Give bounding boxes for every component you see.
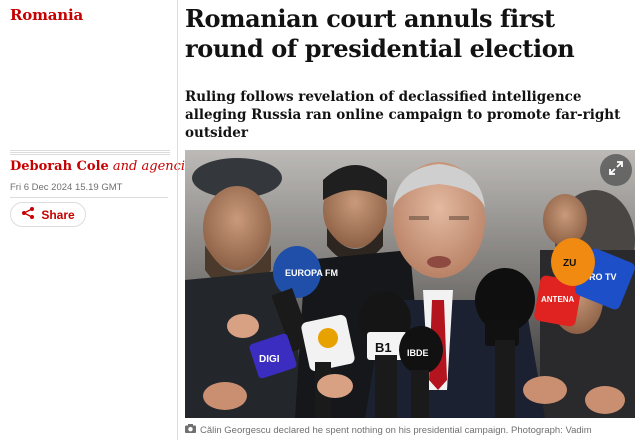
mic-label: IBDE [407,348,429,358]
expand-image-button[interactable] [600,154,632,186]
meta-divider [10,150,170,156]
byline: Deborah Cole and agencies [10,159,199,174]
expand-icon [607,159,625,181]
article-standfirst: Ruling follows revelation of declassifie… [185,89,621,141]
article-headline: Romanian court annuls first round of pre… [185,4,575,63]
section-tag[interactable]: Romania [10,6,83,24]
camera-icon [185,424,196,436]
article-meta-column: Romania Deborah Cole and agencies Fri 6 … [0,0,199,440]
dateline: Fri 6 Dec 2024 15.19 GMT [10,182,123,193]
share-icon [21,205,35,224]
article-page: Romania Deborah Cole and agencies Fri 6 … [0,0,640,440]
mic-label: EUROPA FM [285,268,338,278]
share-button[interactable]: Share [10,202,86,227]
article-main-image[interactable]: EUROPA FM DIGI B1 IBDE ANTENA PRO TV ZU [185,150,635,418]
press-scrum-photo: EUROPA FM DIGI B1 IBDE ANTENA PRO TV ZU [185,150,635,418]
image-caption: Călin Georgescu declared he spent nothin… [185,422,637,438]
caption-text: Călin Georgescu declared he spent nothin… [200,424,592,436]
byline-author[interactable]: Deborah Cole [10,159,109,174]
mic-label: ZU [563,258,576,269]
column-divider [177,0,178,440]
share-label: Share [41,207,75,222]
meta-divider-thin [10,197,168,198]
mic-label: ANTENA [541,295,575,304]
mic-label: DIGI [259,354,280,365]
mic-label: B1 [375,340,392,355]
